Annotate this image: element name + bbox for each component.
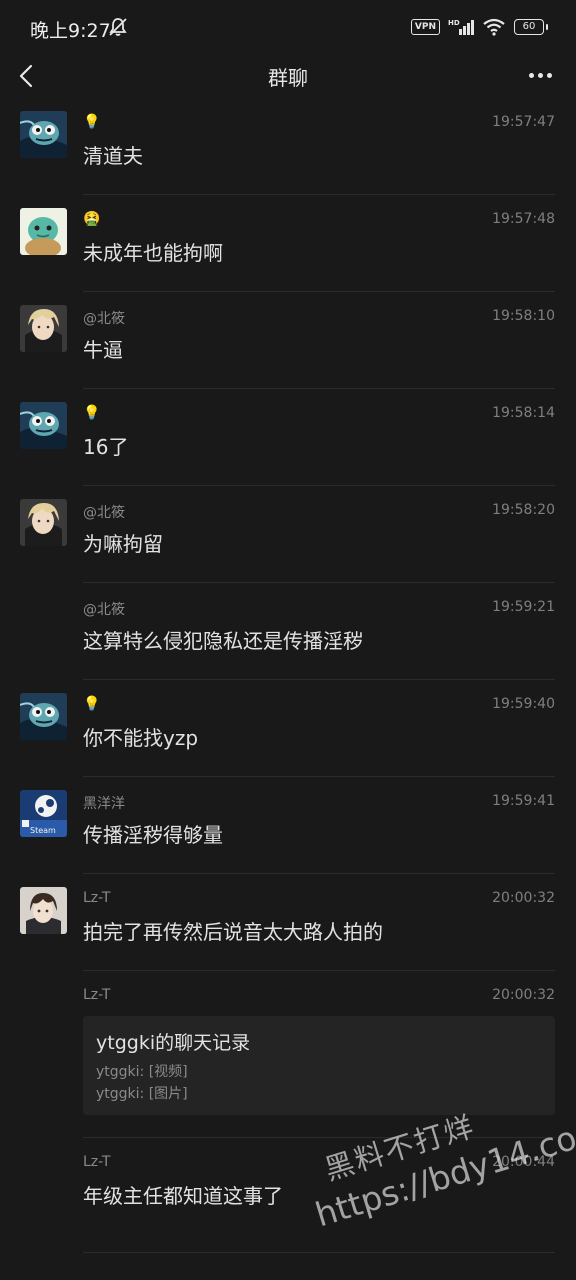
dark-hair-anime-avatar[interactable] [20, 887, 67, 934]
page-title: 群聊 [268, 66, 308, 90]
message-list[interactable]: 💡 19:57:47 清道夫 🤮 19:57:48 未成年也能拘啊 @北筱 19… [0, 98, 576, 1253]
blonde-anime-avatar[interactable] [20, 305, 67, 352]
message-item[interactable]: Steam 黑洋洋 19:59:41 传播淫秽得够量 [0, 777, 576, 874]
message-item[interactable]: Lz-T 20:00:32 拍完了再传然后说音太大路人拍的 [0, 874, 576, 971]
sender-name: 💡 [83, 114, 101, 130]
sender-name: Lz-T [83, 1154, 111, 1170]
frog-cartoon-avatar[interactable] [20, 402, 67, 449]
signal-icon: HD [448, 19, 474, 35]
message-time: 20:00:32 [492, 987, 555, 1003]
sender-name: 💡 [83, 405, 101, 421]
sender-name: @北筱 [83, 311, 125, 327]
sender-name: @北筱 [83, 602, 125, 618]
message-text[interactable]: 拍完了再传然后说音太大路人拍的 [83, 916, 383, 945]
message-time: 20:00:32 [492, 890, 555, 906]
message-text[interactable]: 为嘛拘留 [83, 528, 163, 557]
status-icons: VPN HD 60 [410, 18, 548, 36]
message-time: 19:58:10 [492, 308, 555, 324]
sender-name: 🤮 [83, 211, 101, 227]
sender-name: Lz-T [83, 890, 111, 906]
vpn-badge: VPN [410, 19, 440, 35]
battery-icon: 60 [514, 19, 548, 35]
sender-name: Lz-T [83, 987, 111, 1003]
message-text[interactable]: 传播淫秽得够量 [83, 819, 223, 848]
message-text[interactable]: 未成年也能拘啊 [83, 237, 223, 266]
message-text[interactable]: 年级主任都知道这事了 [83, 1180, 283, 1209]
message-time: 19:58:20 [492, 502, 555, 518]
sender-name: 💡 [83, 696, 101, 712]
nav-bar: 群聊 [0, 54, 576, 98]
hd-label: HD [448, 19, 460, 27]
status-bar: 晚上9:27 VPN HD 60 [0, 0, 576, 54]
chat-record-title: ytggki的聊天记录 [96, 1032, 251, 1054]
frog-cartoon-avatar[interactable] [20, 111, 67, 158]
message-time: 19:57:48 [492, 211, 555, 227]
message-text[interactable]: 你不能找yzp [83, 722, 198, 751]
chat-record-line: ytggki: [视频] [96, 1064, 188, 1080]
message-time: 19:58:14 [492, 405, 555, 421]
message-text[interactable]: 这算特么侵犯隐私还是传播淫秽 [83, 625, 363, 654]
wifi-icon [483, 18, 505, 36]
blonde-anime-avatar[interactable] [20, 499, 67, 546]
status-time: 晚上9:27 [30, 20, 111, 42]
divider [83, 1252, 555, 1253]
message-item[interactable]: 🤮 19:57:48 未成年也能拘啊 [0, 195, 576, 292]
message-text[interactable]: 清道夫 [83, 140, 143, 169]
message-time: 19:59:40 [492, 696, 555, 712]
squirtle-avatar[interactable] [20, 208, 67, 255]
message-time: 19:59:41 [492, 793, 555, 809]
chat-record-line: ytggki: [图片] [96, 1086, 188, 1102]
message-time: 19:59:21 [492, 599, 555, 615]
message-text[interactable]: 16了 [83, 431, 128, 460]
message-time: 19:57:47 [492, 114, 555, 130]
sender-name: 黑洋洋 [83, 796, 125, 812]
muted-bell-icon [109, 18, 127, 36]
steam-label: Steam [30, 826, 56, 835]
steam-avatar[interactable]: Steam [20, 790, 67, 837]
message-item[interactable]: @北筱 19:59:21 这算特么侵犯隐私还是传播淫秽 [0, 583, 576, 680]
message-item[interactable]: @北筱 19:58:10 牛逼 [0, 292, 576, 389]
message-item[interactable]: 💡 19:57:47 清道夫 [0, 98, 576, 195]
message-item[interactable]: 💡 19:59:40 你不能找yzp [0, 680, 576, 777]
message-item[interactable]: 💡 19:58:14 16了 [0, 389, 576, 486]
message-text[interactable]: 牛逼 [83, 334, 123, 363]
message-item[interactable]: @北筱 19:58:20 为嘛拘留 [0, 486, 576, 583]
frog-cartoon-avatar[interactable] [20, 693, 67, 740]
sender-name: @北筱 [83, 505, 125, 521]
more-options-icon[interactable] [529, 73, 552, 78]
